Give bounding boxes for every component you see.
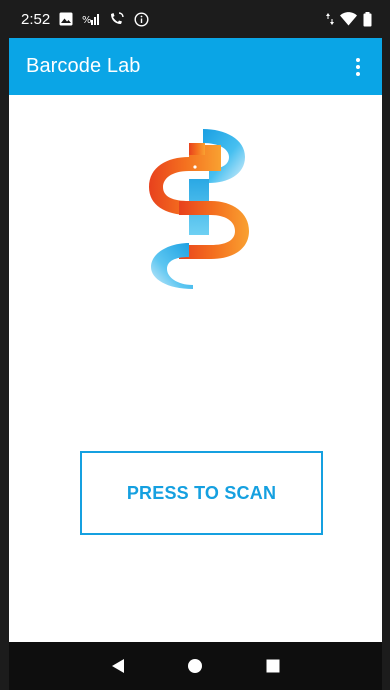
info-icon [134,11,149,27]
image-icon [59,12,73,26]
status-right [326,11,372,27]
back-icon[interactable] [103,651,133,681]
app-title: Barcode Lab [26,55,141,77]
svg-text:%: % [82,15,92,26]
device-screen: 2:52 % Barcode Lab PRESS TO SCAN [0,0,390,690]
wifi-calling-icon [109,12,125,26]
wifi-icon [340,12,357,26]
more-vert-icon[interactable] [346,49,370,85]
status-bar: 2:52 % [9,0,382,38]
home-icon[interactable] [180,651,210,681]
data-arrows-icon [326,12,334,26]
app-bar: Barcode Lab [9,38,382,95]
navigation-bar [9,642,382,690]
barcode-lab-logo [149,129,249,289]
signal-volte-icon: % [82,12,100,26]
battery-icon [363,11,372,27]
press-to-scan-button[interactable]: PRESS TO SCAN [80,451,323,535]
status-left: 2:52 % [21,11,149,28]
status-time: 2:52 [21,10,51,28]
recents-icon[interactable] [258,651,288,681]
main-content: PRESS TO SCAN [9,95,382,642]
